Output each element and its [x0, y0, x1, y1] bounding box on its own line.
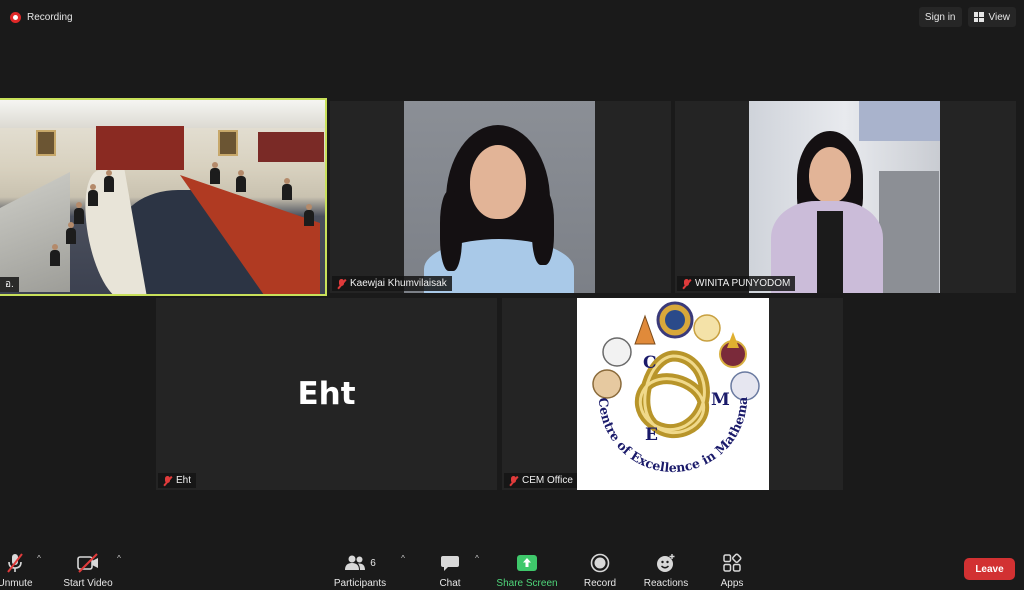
chat-button[interactable]: Chat [415, 540, 485, 590]
logo-letter-c: C [643, 353, 657, 373]
video-options-chevron[interactable]: ^ [114, 554, 124, 564]
nameplate-eht: Eht [158, 473, 197, 488]
participant-display-name: Eht [297, 376, 356, 412]
sign-in-label: Sign in [924, 11, 956, 23]
participant-name: อ. [5, 279, 14, 290]
participant-name: CEM Office [522, 475, 573, 486]
reactions-button[interactable]: Reactions [631, 540, 701, 590]
record-icon [590, 553, 610, 573]
audio-options-chevron[interactable]: ^ [34, 554, 44, 564]
video-off-icon [77, 553, 98, 573]
participant-name: Kaewjai Khumvilaisak [350, 278, 447, 289]
view-button[interactable]: View [967, 7, 1016, 27]
participant-video-kaewjai [404, 101, 595, 293]
share-screen-label: Share Screen [496, 578, 558, 589]
video-tile-kaewjai[interactable]: Kaewjai Khumvilaisak [330, 101, 671, 293]
nameplate-kaewjai: Kaewjai Khumvilaisak [332, 276, 452, 291]
mic-muted-icon [337, 278, 346, 289]
video-tile-room[interactable]: อ. [0, 98, 327, 296]
participants-icon [345, 555, 366, 570]
chat-label: Chat [439, 578, 461, 589]
apps-icon [723, 553, 742, 572]
reactions-label: Reactions [643, 578, 689, 589]
record-button[interactable]: Record [565, 540, 635, 590]
mic-muted-icon [509, 475, 518, 486]
share-screen-button[interactable]: Share Screen [492, 540, 562, 590]
nameplate-winita: WINITA PUNYODOM [677, 276, 796, 291]
apps-label: Apps [720, 578, 744, 589]
recording-icon [10, 11, 21, 23]
participant-name: Eht [176, 475, 192, 486]
chat-options-chevron[interactable]: ^ [472, 554, 482, 564]
nameplate-cem: CEM Office [504, 473, 578, 488]
nameplate-room: อ. [0, 277, 19, 292]
participants-options-chevron[interactable]: ^ [398, 554, 408, 564]
unmute-button[interactable]: Unmute [0, 540, 50, 590]
participants-count: 6 [370, 557, 376, 569]
logo-letter-m: M [711, 390, 730, 410]
cem-logo: C M E Centre of Excellence in Mathematic… [577, 298, 769, 490]
mic-muted-icon [7, 553, 23, 573]
participant-name: WINITA PUNYODOM [695, 278, 791, 289]
grid-view-icon [973, 12, 984, 22]
apps-button[interactable]: Apps [697, 540, 767, 590]
mic-muted-icon [163, 475, 172, 486]
sign-in-button[interactable]: Sign in [918, 7, 962, 27]
mic-muted-icon [682, 278, 691, 289]
meeting-toolbar: Unmute ^ Start Video ^ 6 Participants ^ [0, 540, 1024, 590]
participants-button[interactable]: 6 Participants [325, 540, 395, 590]
participant-video-winita [749, 101, 940, 293]
record-label: Record [583, 578, 617, 589]
start-video-button[interactable]: Start Video [53, 540, 123, 590]
start-video-label: Start Video [63, 578, 113, 589]
reactions-icon [657, 554, 675, 572]
share-screen-icon [517, 555, 537, 571]
conference-room-video [0, 100, 325, 294]
recording-indicator[interactable]: Recording [10, 9, 73, 25]
leave-button[interactable]: Leave [964, 558, 1015, 580]
video-tile-winita[interactable]: WINITA PUNYODOM [675, 101, 1016, 293]
logo-letter-e: E [645, 425, 658, 445]
recording-label: Recording [27, 11, 73, 23]
view-label: View [988, 11, 1011, 23]
participants-label: Participants [333, 578, 387, 589]
video-tile-eht[interactable]: Eht Eht [156, 298, 497, 490]
unmute-label: Unmute [0, 578, 33, 589]
chat-icon [441, 556, 459, 571]
